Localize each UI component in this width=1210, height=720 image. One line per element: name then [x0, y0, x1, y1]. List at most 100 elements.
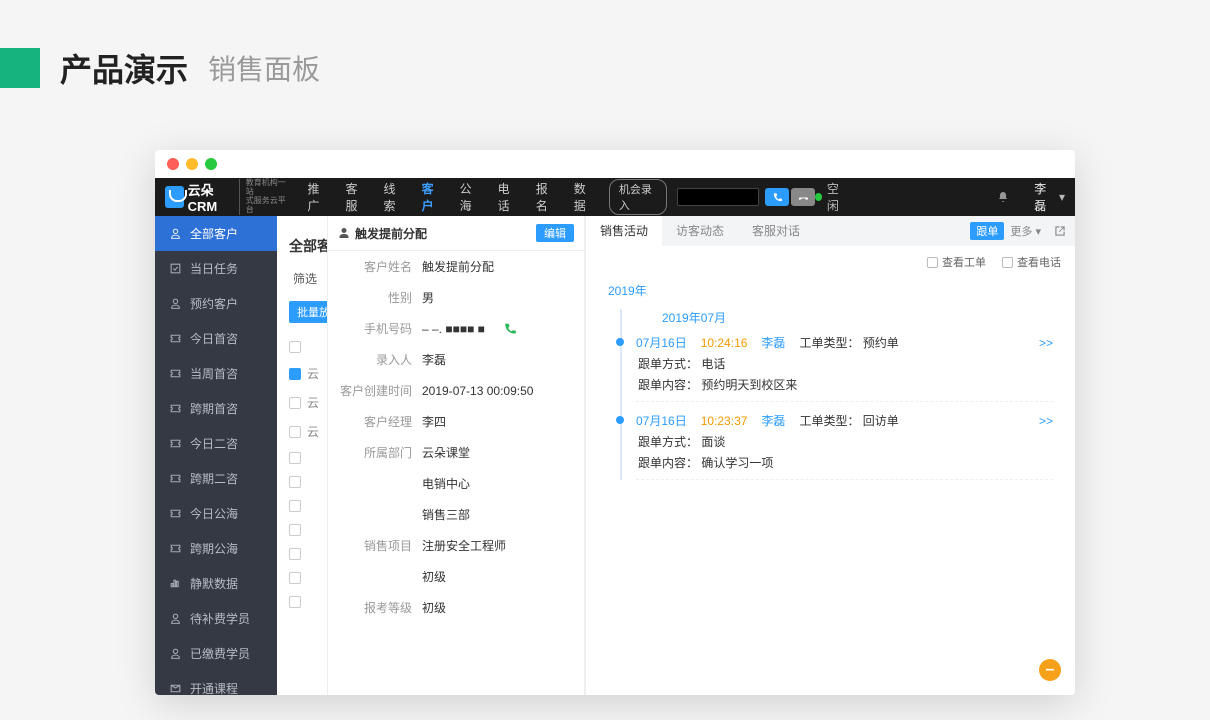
filter-view-ticket[interactable]: 查看工单 — [927, 254, 986, 270]
sidebar-item-今日二咨[interactable]: 今日二咨 — [155, 426, 277, 461]
max-dot[interactable] — [205, 158, 217, 170]
sidebar-item-已缴费学员[interactable]: 已缴费学员 — [155, 636, 277, 671]
search-input[interactable] — [677, 188, 759, 206]
nav-公海[interactable]: 公海 — [451, 180, 487, 214]
detail-label: 客户姓名 — [340, 258, 412, 275]
presence-status[interactable]: 空闲 — [815, 180, 847, 214]
call-buttons — [765, 188, 815, 206]
detail-row: 性别男 — [328, 282, 584, 313]
checkbox[interactable] — [289, 596, 301, 608]
detail-value: 云朵课堂 — [422, 444, 470, 461]
close-dot[interactable] — [167, 158, 179, 170]
more-link[interactable]: 更多 ▾ — [1010, 223, 1041, 239]
detail-row: 销售三部 — [328, 499, 584, 530]
nav-数据[interactable]: 数据 — [565, 180, 601, 214]
detail-label: 客户经理 — [340, 413, 412, 430]
ticket-icon — [169, 332, 182, 345]
sidebar-item-跨期公海[interactable]: 跨期公海 — [155, 531, 277, 566]
detail-value: ‒ ‒. ■■■■ ■ — [422, 322, 485, 336]
brand-text: 云朵CRM — [188, 180, 235, 214]
sidebar-item-label: 跨期首咨 — [190, 400, 238, 417]
sidebar-item-label: 预约客户 — [190, 295, 238, 312]
checkbox[interactable] — [1002, 257, 1013, 268]
checkbox[interactable] — [289, 548, 301, 560]
hangup-button[interactable] — [791, 188, 815, 206]
sidebar-item-label: 当日任务 — [190, 260, 238, 277]
entry-expand[interactable]: >> — [1039, 336, 1053, 350]
nav-推广[interactable]: 推广 — [298, 180, 334, 214]
nav-客服[interactable]: 客服 — [336, 180, 372, 214]
timeline-dot — [616, 338, 624, 346]
nav-电话[interactable]: 电话 — [489, 180, 525, 214]
edit-button[interactable]: 编辑 — [536, 224, 574, 242]
checkbox[interactable] — [289, 452, 301, 464]
checkbox[interactable] — [289, 368, 301, 380]
sidebar-item-label: 静默数据 — [190, 575, 238, 592]
chevron-down-icon[interactable]: ▾ — [1059, 190, 1065, 204]
checkbox[interactable] — [289, 397, 301, 409]
sidebar-item-待补费学员[interactable]: 待补费学员 — [155, 601, 277, 636]
filter-view-call[interactable]: 查看电话 — [1002, 254, 1061, 270]
sidebar-item-全部客户[interactable]: 全部客户 — [155, 216, 277, 251]
checkbox[interactable] — [289, 476, 301, 488]
entry-method: 跟单方式： 面谈 — [636, 433, 1053, 450]
phone-icon[interactable] — [503, 322, 517, 336]
detail-value: 初级 — [422, 568, 446, 585]
sidebar-item-预约客户[interactable]: 预约客户 — [155, 286, 277, 321]
sidebar-item-今日首咨[interactable]: 今日首咨 — [155, 321, 277, 356]
bell-icon[interactable] — [997, 190, 1009, 204]
checkbox[interactable] — [289, 426, 301, 438]
detail-row: 所属部门云朵课堂 — [328, 437, 584, 468]
timeline-panel: 销售活动访客动态客服对话 跟单 更多 ▾ 查看工单 查看电话 2019年 201… — [585, 216, 1075, 695]
timeline-tabs: 销售活动访客动态客服对话 跟单 更多 ▾ — [586, 216, 1075, 246]
timeline-month: 2019年07月 — [662, 309, 1053, 326]
checkbox[interactable] — [927, 257, 938, 268]
detail-row: 报考等级初级 — [328, 592, 584, 623]
detail-value: 销售三部 — [422, 506, 470, 523]
opportunity-entry-button[interactable]: 机会录入 — [609, 179, 667, 215]
entry-expand[interactable]: >> — [1039, 414, 1053, 428]
entry-time: 10:23:37 — [701, 414, 748, 428]
cloud-icon — [165, 186, 184, 208]
entry-content: 跟单内容： 预约明天到校区来 — [636, 376, 1053, 393]
popout-icon[interactable] — [1053, 224, 1067, 238]
detail-row: 销售项目注册安全工程师 — [328, 530, 584, 561]
sidebar-item-静默数据[interactable]: 静默数据 — [155, 566, 277, 601]
user-icon — [169, 612, 182, 625]
sidebar-item-跨期二咨[interactable]: 跨期二咨 — [155, 461, 277, 496]
sidebar-item-label: 已缴费学员 — [190, 645, 250, 662]
sidebar-item-当周首咨[interactable]: 当周首咨 — [155, 356, 277, 391]
detail-value: 初级 — [422, 599, 446, 616]
follow-button[interactable]: 跟单 — [970, 222, 1004, 240]
checkbox[interactable] — [289, 500, 301, 512]
nav-线索[interactable]: 线索 — [375, 180, 411, 214]
detail-value: 李磊 — [422, 351, 446, 368]
sidebar-item-开通课程[interactable]: 开通课程 — [155, 671, 277, 695]
mac-titlebar — [155, 150, 1075, 178]
call-button[interactable] — [765, 188, 789, 206]
nav-客户[interactable]: 客户 — [413, 180, 449, 214]
page-subtitle: 销售面板 — [208, 48, 320, 88]
detail-value: 男 — [422, 289, 434, 306]
detail-label: 报考等级 — [340, 599, 412, 616]
nav-报名[interactable]: 报名 — [527, 180, 563, 214]
ticket-icon — [169, 542, 182, 555]
checkbox[interactable] — [289, 524, 301, 536]
entry-time: 10:24:16 — [701, 336, 748, 350]
sidebar-item-今日公海[interactable]: 今日公海 — [155, 496, 277, 531]
tab-客服对话[interactable]: 客服对话 — [738, 216, 814, 246]
current-user[interactable]: 李磊 — [1034, 180, 1055, 214]
checkbox[interactable] — [289, 572, 301, 584]
check-icon — [169, 262, 182, 275]
logo[interactable]: 云朵CRM 教育机构一站 式服务云平台 — [165, 179, 286, 214]
detail-row: 客户创建时间2019-07-13 00:09:50 — [328, 375, 584, 406]
sidebar-item-当日任务[interactable]: 当日任务 — [155, 251, 277, 286]
min-dot[interactable] — [186, 158, 198, 170]
app-window: 云朵CRM 教育机构一站 式服务云平台 推广客服线索客户公海电话报名数据 机会录… — [155, 150, 1075, 695]
tab-销售活动[interactable]: 销售活动 — [586, 216, 662, 246]
checkbox[interactable] — [289, 341, 301, 353]
help-fab[interactable]: – — [1039, 659, 1061, 681]
tab-访客动态[interactable]: 访客动态 — [662, 216, 738, 246]
sidebar-item-跨期首咨[interactable]: 跨期首咨 — [155, 391, 277, 426]
entry-user: 李磊 — [761, 412, 785, 429]
